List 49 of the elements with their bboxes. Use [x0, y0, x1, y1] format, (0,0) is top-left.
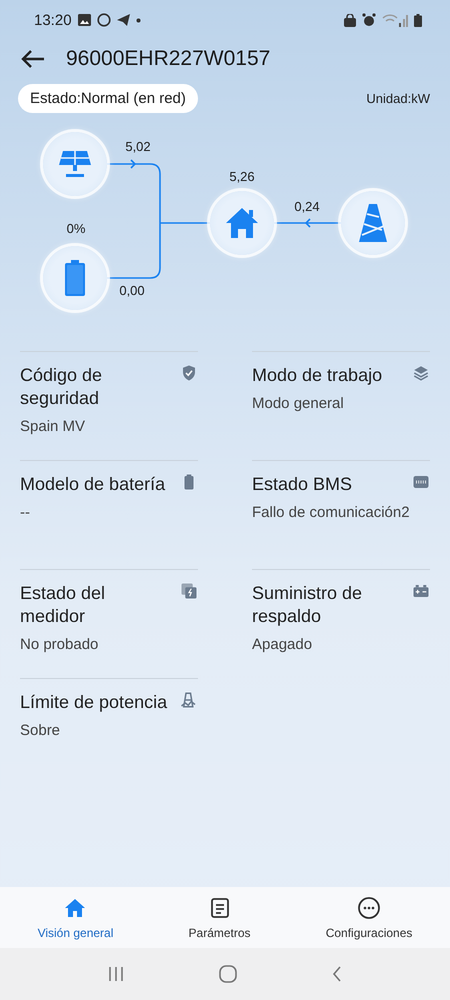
gallery-icon [78, 14, 91, 26]
shield-check-icon [180, 364, 198, 382]
status-time: 13:20 [34, 12, 72, 28]
chat-icon [96, 13, 111, 27]
back-arrow-icon[interactable] [20, 49, 46, 69]
dot-icon [136, 18, 141, 22]
send-icon [116, 14, 130, 26]
lock-icon [344, 14, 356, 26]
pylon-icon [358, 203, 388, 243]
battery-power-value: 0,00 [119, 283, 145, 298]
solar-panel-icon [58, 149, 92, 179]
nav-tab[interactable]: Visión general [36, 892, 116, 944]
info-value: Apagado [252, 636, 314, 653]
info-label: Modo de trabajo [252, 364, 382, 387]
info-value: Sobre [20, 722, 62, 739]
device-title: 96000EHR227W0157 [66, 47, 270, 71]
info-value: Modo general [252, 395, 345, 412]
info-value: No probado [20, 636, 100, 653]
status-pill: Estado:Normal (en red) [18, 84, 198, 113]
info-label: Modelo de batería [20, 473, 166, 496]
nav-tab[interactable]: Configuraciones [324, 892, 414, 944]
info-label: Estado del medidor [20, 582, 106, 628]
battery-percent: 0% [66, 221, 86, 236]
recent-apps-icon[interactable] [108, 966, 124, 982]
bms-icon [412, 473, 430, 491]
info-value: -- [20, 504, 31, 521]
signal-icon [382, 14, 408, 26]
home-button-icon[interactable] [218, 965, 237, 983]
car-battery-icon [412, 582, 430, 600]
info-label: Código de seguridad [20, 364, 104, 410]
nav-tab[interactable]: Parámetros [186, 892, 253, 944]
info-value: Spain MV [20, 418, 86, 435]
battery-icon [65, 260, 85, 296]
more-icon [357, 896, 382, 920]
grid-power-value: 0,24 [294, 199, 320, 214]
alarm-icon [362, 13, 376, 27]
battery-status-icon [414, 14, 422, 26]
info-label: Límite de potencia [20, 691, 168, 714]
info-value: Fallo de comunicación2 [252, 504, 411, 521]
home-power-value: 5,26 [229, 169, 255, 184]
tower-limit-icon [180, 691, 198, 709]
info-label: Estado BMS [252, 473, 352, 496]
info-label: Suministro de respaldo [252, 582, 364, 628]
meter-icon [180, 582, 198, 600]
house-icon [225, 207, 259, 239]
solar-power-value: 5,02 [125, 139, 151, 154]
back-icon[interactable] [332, 966, 342, 982]
unit-label: Unidad:kW [366, 91, 430, 106]
layers-icon [412, 364, 430, 382]
